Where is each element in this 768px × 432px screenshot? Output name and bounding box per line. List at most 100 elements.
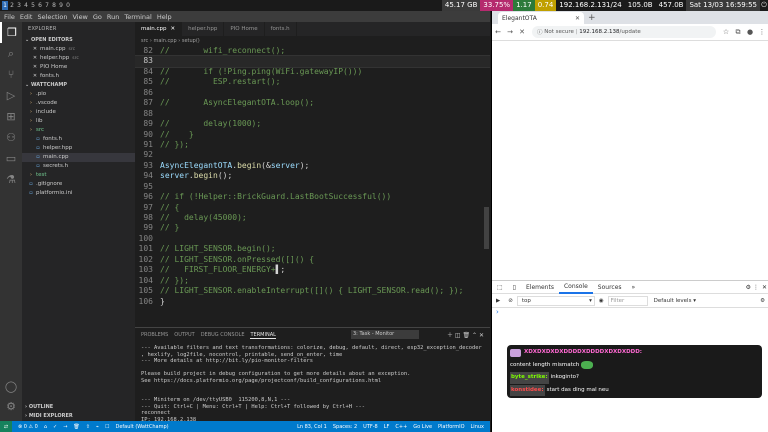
testing-icon[interactable]: ⚗ [0, 169, 22, 190]
panel-tab-problems[interactable]: PROBLEMS [141, 332, 168, 338]
breadcrumb[interactable]: src › main.cpp › setup() [135, 36, 490, 46]
open-editors-header[interactable]: ⌄ OPEN EDITORS [22, 36, 135, 45]
forward-icon[interactable]: → [504, 28, 516, 36]
file-item[interactable]: ▫ fonts.h [22, 135, 135, 144]
status-item[interactable]: Default (WattChamp) [115, 424, 168, 430]
console-prompt[interactable]: › [492, 308, 768, 318]
midi-explorer-header[interactable]: › MIDI EXPLORER [22, 412, 135, 421]
add-icon[interactable]: ＋ [447, 332, 453, 339]
inspect-icon[interactable]: ⬚ [492, 281, 508, 294]
editor-tab[interactable]: helper.hpp [182, 22, 225, 36]
stop-icon[interactable]: ✕ [516, 28, 528, 36]
devtools-tab[interactable]: Elements [521, 281, 559, 294]
workspace-5[interactable]: 5 [30, 1, 36, 10]
extensions-icon[interactable]: ⊞ [0, 106, 22, 127]
eye-icon[interactable]: ◉ [595, 298, 608, 304]
search-icon[interactable]: ⌕ [0, 43, 22, 64]
menu-item-run[interactable]: Run [107, 13, 119, 21]
run-debug-icon[interactable]: ▷ [0, 85, 22, 106]
status-item[interactable]: → [63, 424, 67, 430]
extensions-icon[interactable]: ⧉ [732, 28, 744, 37]
browser-tab[interactable]: ElegantOTA ✕ [498, 12, 584, 24]
account-icon[interactable]: ● [744, 28, 756, 36]
file-item[interactable]: ▫ main.cpp [22, 153, 135, 162]
status-item[interactable]: Ln 83, Col 1 [297, 424, 327, 430]
status-item[interactable]: LF [384, 424, 390, 430]
close-icon[interactable]: ✕ [32, 45, 38, 54]
files-icon[interactable]: ❐ [0, 22, 22, 43]
workspace-4[interactable]: 4 [23, 1, 29, 10]
trash-icon[interactable]: 🗑 [462, 332, 470, 339]
editor-scrollbar[interactable] [484, 207, 489, 249]
open-editor-item[interactable]: ✕ helper.hpp src [22, 54, 135, 63]
close-icon[interactable]: ✕ [762, 284, 767, 291]
devtools-tab[interactable]: » [627, 281, 641, 294]
back-icon[interactable]: ← [492, 28, 504, 36]
menu-item-edit[interactable]: Edit [20, 13, 33, 21]
devtools-tab[interactable]: Sources [593, 281, 627, 294]
remote-status-icon[interactable]: ⇄ [0, 421, 12, 432]
workspace-9[interactable]: 9 [58, 1, 64, 10]
project-header[interactable]: ⌄ WATTCHAMP [22, 81, 135, 90]
status-item[interactable]: Go Live [413, 424, 432, 430]
status-item[interactable]: ⌁ [96, 424, 99, 430]
folder-item[interactable]: › test [22, 171, 135, 180]
status-item[interactable]: ⇧ [86, 424, 90, 430]
menu-icon[interactable]: ⋮ [756, 28, 768, 36]
terminal-output[interactable]: --- Available filters and text transform… [135, 342, 490, 426]
status-item[interactable]: Spaces: 2 [333, 424, 357, 430]
code-editor[interactable]: 82 // wifi_reconnect(); 83 84 // if (!Ping.p… [135, 46, 490, 323]
devtools-tab[interactable]: Console [558, 281, 593, 294]
status-item[interactable]: UTF-8 [363, 424, 378, 430]
filter-input[interactable]: Filter [607, 295, 648, 306]
close-icon[interactable]: ✕ [32, 54, 38, 63]
status-item[interactable]: 🗑 [73, 424, 79, 430]
file-item[interactable]: ▫ platformio.ini [22, 189, 135, 198]
levels-dropdown[interactable]: Default levels ▾ [648, 298, 696, 304]
folder-item[interactable]: › .pio [22, 90, 135, 99]
close-icon[interactable]: ✕ [575, 15, 580, 22]
editor-tab[interactable]: fonts.h [265, 22, 297, 36]
context-selector[interactable]: top ▾ [516, 295, 595, 306]
terminal-selector[interactable]: 3: Task - Monitor [351, 330, 419, 339]
close-icon[interactable]: ✕ [171, 22, 176, 36]
gear-icon[interactable]: ⚙ [0, 396, 22, 417]
folder-item[interactable]: › src [22, 126, 135, 135]
status-item[interactable]: ☐ [105, 424, 109, 430]
address-bar[interactable]: ⓘ Not secure | 192.168.2.138/update [532, 26, 716, 38]
menu-item-go[interactable]: Go [93, 13, 102, 21]
workspace-0[interactable]: 0 [65, 1, 71, 10]
menu-item-view[interactable]: View [72, 13, 87, 21]
panel-tab-terminal[interactable]: TERMINAL [250, 332, 276, 339]
folder-item[interactable]: › include [22, 108, 135, 117]
status-item[interactable]: ⊗ 0 ⚠ 0 [18, 424, 38, 430]
gear-icon[interactable]: ⚙ [760, 298, 768, 304]
new-tab-icon[interactable]: + [588, 12, 596, 24]
status-item[interactable]: Linux [471, 424, 484, 430]
device-toolbar-icon[interactable]: ▯ [508, 281, 521, 294]
remote-icon[interactable]: ▭ [0, 148, 22, 169]
open-editor-item[interactable]: ✕ fonts.h [22, 72, 135, 81]
chevron-up-icon[interactable]: ⌃ [472, 332, 477, 339]
file-item[interactable]: ▫ secrets.h [22, 162, 135, 171]
status-item[interactable]: C++ [395, 424, 407, 430]
status-item[interactable]: PlatformIO [438, 424, 465, 430]
folder-item[interactable]: › lib [22, 117, 135, 126]
star-icon[interactable]: ☆ [720, 28, 732, 36]
split-icon[interactable]: ◫ [455, 332, 461, 339]
workspace-3[interactable]: 3 [16, 1, 22, 10]
open-editor-item[interactable]: ✕ PIO Home [22, 63, 135, 72]
editor-tab[interactable]: main.cpp ✕ [135, 22, 183, 36]
panel-tab-output[interactable]: OUTPUT [174, 332, 194, 338]
workspace-2[interactable]: 2 [9, 1, 15, 10]
account-icon[interactable]: ◯ [0, 376, 22, 397]
close-icon[interactable]: ✕ [479, 332, 484, 339]
clear-console-icon[interactable]: ⊘ [504, 298, 517, 304]
editor-tab[interactable]: PIO Home [224, 22, 265, 36]
source-control-icon[interactable]: ⑂ [0, 64, 22, 85]
panel-tab-debug-console[interactable]: DEBUG CONSOLE [201, 332, 245, 338]
workspace-7[interactable]: 7 [44, 1, 50, 10]
menu-item-selection[interactable]: Selection [37, 13, 67, 21]
workspace-6[interactable]: 6 [37, 1, 43, 10]
outline-header[interactable]: › OUTLINE [22, 403, 135, 412]
